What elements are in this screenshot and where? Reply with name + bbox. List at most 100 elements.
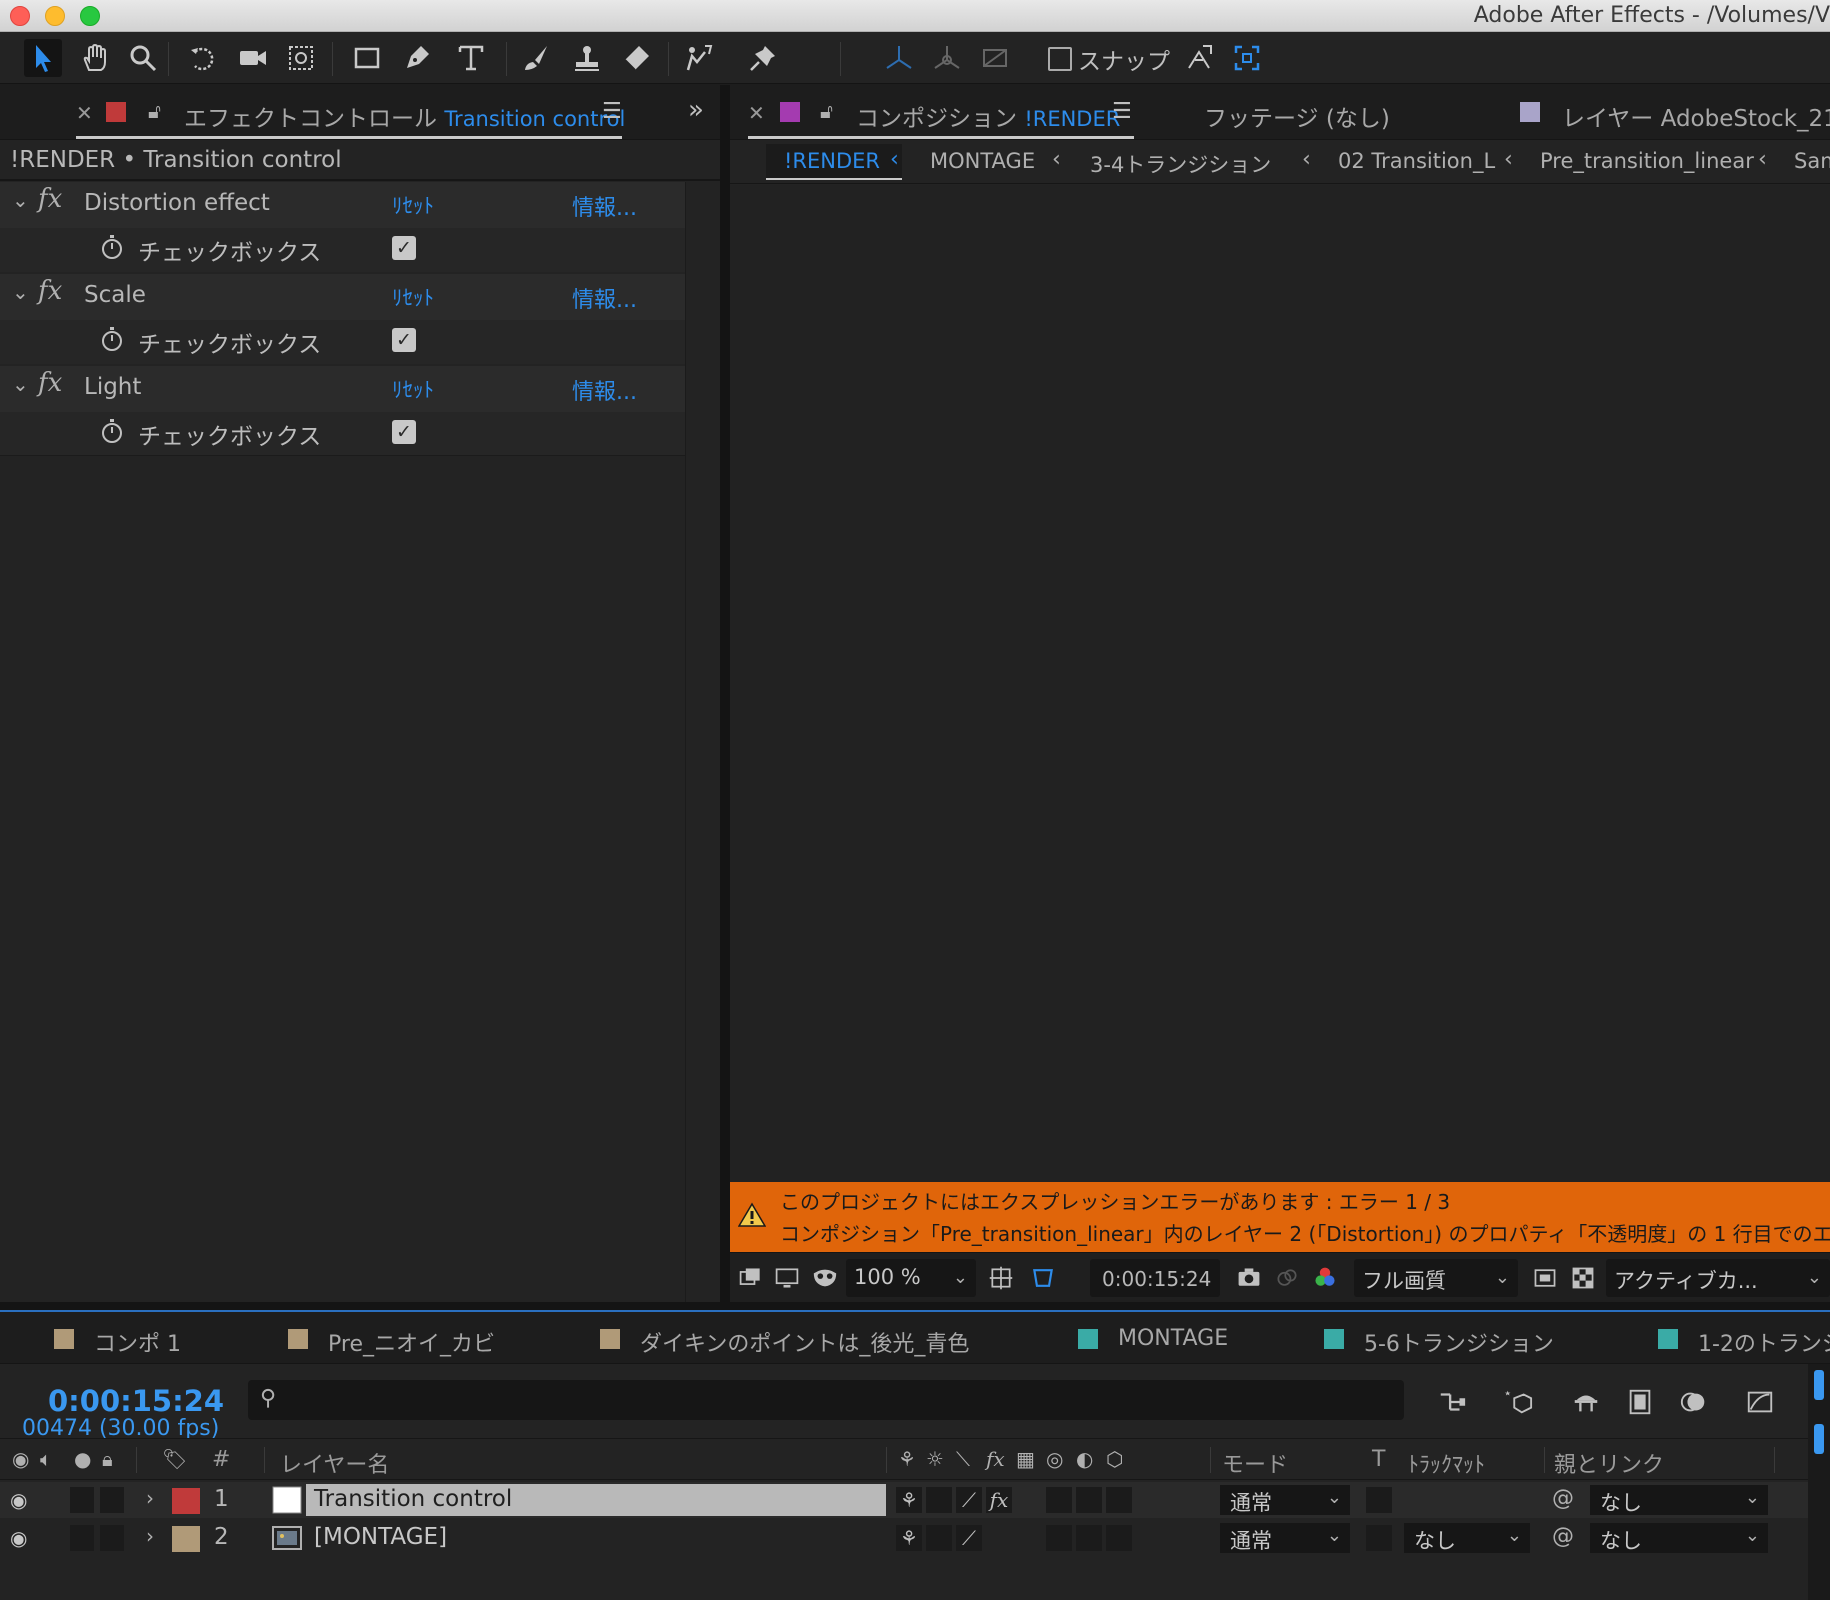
- local-axis-mode-icon[interactable]: [880, 39, 918, 77]
- shy-layers-icon[interactable]: [1566, 1382, 1606, 1422]
- reset-link[interactable]: ﾘｾｯﾄ: [392, 282, 434, 312]
- frame-blend-switch[interactable]: [1046, 1487, 1072, 1513]
- clone-stamp-tool-icon[interactable]: [568, 39, 606, 77]
- monitor-icon[interactable]: [772, 1263, 802, 1293]
- always-preview-icon[interactable]: [736, 1263, 766, 1293]
- graph-editor-icon[interactable]: [1740, 1382, 1780, 1422]
- pick-whip-icon[interactable]: @: [1552, 1524, 1574, 1549]
- layer-name[interactable]: Transition control: [306, 1484, 886, 1516]
- layer-row[interactable]: ◉ › 2 [MONTAGE] ⚘ ⟋ 通常 ⌄ なし ⌄ @ なし ⌄: [0, 1520, 1830, 1556]
- property-checkbox[interactable]: ✓: [392, 328, 416, 352]
- chevron-down-icon[interactable]: ⌄: [12, 280, 29, 304]
- frame-blend-switch[interactable]: [1046, 1525, 1072, 1551]
- stopwatch-icon[interactable]: [100, 326, 124, 352]
- selection-tool-icon[interactable]: [24, 39, 62, 77]
- more-panels-icon[interactable]: »: [688, 95, 704, 125]
- effect-row-distortion[interactable]: ⌄ fx Distortion effect ﾘｾｯﾄ 情報...: [0, 182, 685, 228]
- collapse-switch[interactable]: [926, 1525, 952, 1551]
- close-tab-icon[interactable]: ✕: [76, 101, 93, 125]
- lock-switch[interactable]: [100, 1487, 124, 1513]
- effect-panel-scrollbar[interactable]: [685, 182, 720, 1302]
- timeline-search-input[interactable]: ⚲: [248, 1380, 1404, 1420]
- pen-tool-icon[interactable]: [398, 39, 436, 77]
- zoom-tool-icon[interactable]: [124, 39, 162, 77]
- label-tag-icon[interactable]: 🏷︎: [162, 1447, 187, 1471]
- collapse-switch[interactable]: [926, 1487, 952, 1513]
- timeline-tab[interactable]: Pre_ニオイ_カビ: [328, 1326, 495, 1358]
- current-time-indicator[interactable]: [1814, 1424, 1824, 1454]
- track-matte-dropdown[interactable]: なし ⌄: [1404, 1523, 1530, 1553]
- show-snapshot-icon[interactable]: [1272, 1263, 1302, 1293]
- transparency-grid-icon[interactable]: [1568, 1263, 1598, 1293]
- fx-icon[interactable]: fx: [38, 276, 62, 306]
- adjustment-switch[interactable]: [1106, 1525, 1132, 1551]
- window-close-button[interactable]: [10, 6, 30, 26]
- puppet-pin-tool-icon[interactable]: [744, 39, 782, 77]
- layer-label-color[interactable]: [172, 1526, 200, 1552]
- breadcrumb-item[interactable]: 02 Transition_L: [1338, 149, 1495, 173]
- lock-icon[interactable]: 🔒︎: [102, 1447, 113, 1471]
- reset-link[interactable]: ﾘｾｯﾄ: [392, 190, 434, 220]
- adjustment-switch[interactable]: [1106, 1487, 1132, 1513]
- unlock-icon[interactable]: 🔓︎: [820, 99, 833, 123]
- current-time-display[interactable]: 0:00:15:24: [1090, 1259, 1220, 1297]
- rotate-tool-icon[interactable]: [184, 39, 222, 77]
- preserve-transparency-switch[interactable]: [1366, 1525, 1392, 1551]
- snap-feature-icon[interactable]: [1228, 39, 1266, 77]
- snap-toggle[interactable]: スナップ: [1048, 44, 1170, 75]
- layer-name-column-header[interactable]: レイヤー名: [280, 1447, 389, 1479]
- chevron-right-icon[interactable]: ›: [146, 1486, 154, 1510]
- eye-icon[interactable]: ◉: [10, 1488, 27, 1512]
- eye-icon[interactable]: ◉: [12, 1447, 29, 1471]
- preserve-transparency-switch[interactable]: [1366, 1487, 1392, 1513]
- timeline-tab[interactable]: コンポ 1: [94, 1326, 181, 1358]
- timeline-tab[interactable]: ダイキンのポイントは_後光_青色: [640, 1326, 969, 1358]
- motion-blur-switch[interactable]: [1076, 1525, 1102, 1551]
- breadcrumb-item[interactable]: 3-4トランジション: [1090, 149, 1271, 179]
- hand-tool-icon[interactable]: [76, 39, 114, 77]
- window-minimize-button[interactable]: [45, 6, 65, 26]
- timeline-current-time[interactable]: 0:00:15:24: [48, 1384, 224, 1418]
- draft-3d-icon[interactable]: [1498, 1382, 1538, 1422]
- panel-menu-icon[interactable]: ☰: [602, 99, 622, 124]
- camera-view-dropdown[interactable]: アクティブカ... ⌄: [1606, 1259, 1830, 1297]
- panel-menu-icon[interactable]: ☰: [1112, 99, 1132, 124]
- stopwatch-icon[interactable]: [100, 418, 124, 444]
- property-checkbox[interactable]: ✓: [392, 420, 416, 444]
- stopwatch-icon[interactable]: [100, 234, 124, 260]
- chevron-right-icon[interactable]: ›: [146, 1524, 154, 1548]
- snap-checkbox[interactable]: [1048, 47, 1072, 71]
- snapshot-camera-icon[interactable]: [1234, 1263, 1264, 1293]
- layer-tab[interactable]: レイヤー AdobeStock_21548: [1562, 99, 1830, 133]
- effect-row-scale[interactable]: ⌄ fx Scale ﾘｾｯﾄ 情報...: [0, 274, 685, 320]
- property-checkbox[interactable]: ✓: [392, 236, 416, 260]
- roto-brush-tool-icon[interactable]: [680, 39, 718, 77]
- mask-visibility-icon[interactable]: [810, 1263, 840, 1293]
- shy-switch[interactable]: ⚘: [896, 1525, 922, 1551]
- close-tab-icon[interactable]: ✕: [748, 101, 765, 125]
- grid-guides-icon[interactable]: [986, 1263, 1016, 1293]
- fx-icon[interactable]: fx: [38, 368, 62, 398]
- lock-switch[interactable]: [100, 1525, 124, 1551]
- breadcrumb-item[interactable]: !RENDER: [784, 149, 880, 173]
- frame-blending-icon[interactable]: [1620, 1382, 1660, 1422]
- chevron-down-icon[interactable]: ⌄: [12, 372, 29, 396]
- audio-icon[interactable]: 🔈︎: [40, 1447, 52, 1471]
- timeline-divider[interactable]: [0, 1302, 1830, 1310]
- layer-label-color[interactable]: [172, 1488, 200, 1514]
- blend-mode-dropdown[interactable]: 通常 ⌄: [1220, 1523, 1350, 1553]
- timeline-tab[interactable]: 5-6トランジション: [1364, 1326, 1554, 1358]
- shy-switch[interactable]: ⚘: [896, 1487, 922, 1513]
- info-link[interactable]: 情報...: [572, 282, 637, 314]
- brush-tool-icon[interactable]: [518, 39, 556, 77]
- info-link[interactable]: 情報...: [572, 190, 637, 222]
- fx-switch[interactable]: fx: [986, 1487, 1012, 1513]
- layer-row[interactable]: ◉ › 1 Transition control ⚘ ⟋ fx 通常 ⌄ @ な…: [0, 1482, 1830, 1518]
- motion-blur-switch[interactable]: [1076, 1487, 1102, 1513]
- snap-options-icon[interactable]: [1180, 39, 1218, 77]
- camera-tool-icon[interactable]: [234, 39, 272, 77]
- fast-previews-icon[interactable]: [1530, 1263, 1560, 1293]
- motion-blur-icon[interactable]: [1674, 1382, 1714, 1422]
- view-axis-mode-icon[interactable]: [976, 39, 1014, 77]
- breadcrumb-item[interactable]: Sam: [1794, 149, 1830, 173]
